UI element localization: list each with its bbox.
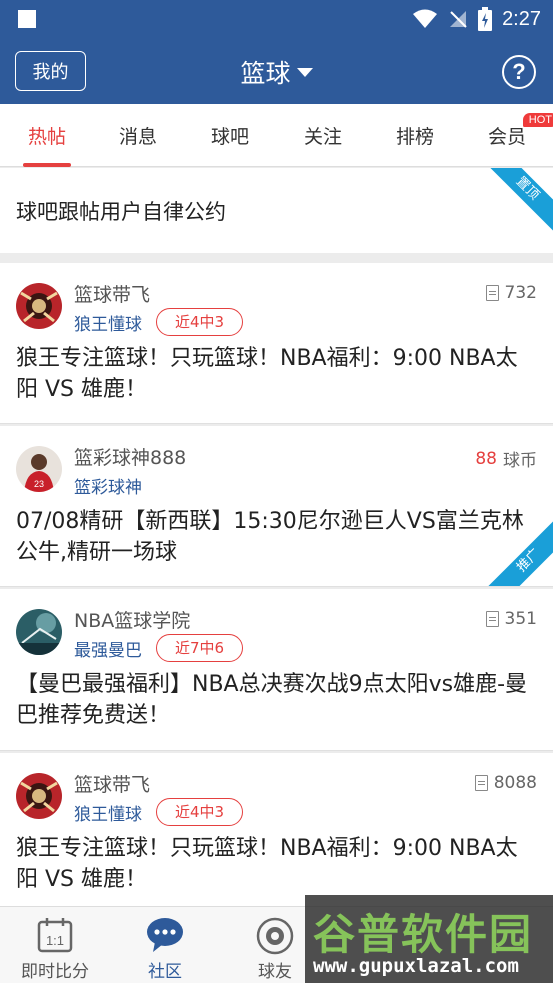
price-coins: 88 球币 [475,448,537,472]
document-icon [485,611,499,627]
watermark: 谷普软件园 www.gupuxlazal.com [305,895,553,983]
hot-badge: HOT [522,113,553,127]
caret-down-icon [296,67,313,77]
notification-icon [18,10,36,28]
post-text: 狼王专注篮球！只玩篮球！NBA福利：9:00 NBA太阳 VS 雄鹿！ [16,836,518,892]
username[interactable]: 篮彩球神888 [74,443,186,470]
nav-label: 即时比分 [21,962,89,982]
pinned-title: 球吧跟帖用户自律公约 [16,200,226,224]
document-icon [485,285,499,301]
ball-friend-icon [256,917,294,955]
user-tag: 篮彩球神 [74,478,142,498]
post-item[interactable]: NBA篮球学院 最强曼巴 近7中6 351 【曼巴最强福利】NBA总决赛次战9点… [0,589,553,751]
tab-ranking[interactable]: 排榜 [370,104,460,167]
user-tag: 狼王懂球 [74,805,142,825]
view-count: 732 [485,283,537,303]
wifi-icon [413,9,438,28]
document-icon [474,775,488,791]
page-title: 篮球 [240,59,291,88]
tab-forums[interactable]: 球吧 [185,104,275,167]
post-text: 【曼巴最强福利】NBA总决赛次战9点太阳vs雄鹿-曼巴推荐免费送！ [16,672,528,728]
username[interactable]: NBA篮球学院 [74,606,190,633]
app-header: 我的 篮球 ? [0,38,553,104]
nav-label: 社区 [148,962,182,982]
post-item[interactable]: 23 篮彩球神888 篮彩球神 88 球币 07/08精研【新西联】15:30尼尔… [0,426,553,587]
calendar-score-icon: 1:1 [37,918,73,953]
svg-text:23: 23 [34,479,44,489]
battery-icon [478,7,493,31]
status-icons: 2:27 [412,6,541,32]
post-text: 狼王专注篮球！只玩篮球！NBA福利：9:00 NBA太阳 VS 雄鹿！ [16,346,518,402]
post-text: 07/08精研【新西联】15:30尼尔逊巨人VS富兰克林公牛,精研一场球 [16,509,524,565]
help-icon[interactable]: ? [502,55,536,89]
tab-membership[interactable]: 会员 HOT [462,104,553,167]
tab-messages[interactable]: 消息 [93,104,183,167]
avatar[interactable] [16,283,62,329]
chat-bubble-icon [147,918,183,952]
pinned-ribbon: 置顶 [483,168,553,233]
pinned-post[interactable]: 球吧跟帖用户自律公约 置顶 [0,168,553,253]
view-count: 8088 [474,773,537,793]
clock: 2:27 [502,7,541,30]
record-badge: 近4中3 [156,308,244,336]
status-bar: 2:27 [0,0,553,38]
nav-live-scores[interactable]: 1:1 即时比分 [0,907,110,983]
tab-bar: 热帖 消息 球吧 关注 排榜 会员 HOT [0,104,553,167]
sport-selector[interactable]: 篮球 [0,54,553,90]
record-badge: 近4中3 [156,798,244,826]
watermark-logo: 谷普软件园 [313,910,534,959]
no-signal-icon [450,11,467,28]
user-tag: 最强曼巴 [74,641,142,661]
post-item[interactable]: 篮球带飞 狼王懂球 近4中3 732 狼王专注篮球！只玩篮球！NBA福利：9:0… [0,263,553,424]
record-badge: 近7中6 [156,634,244,662]
avatar[interactable] [16,773,62,819]
watermark-url: www.gupuxlazal.com [313,955,519,977]
svg-text:1:1: 1:1 [46,933,64,948]
view-count: 351 [485,609,537,629]
avatar[interactable]: 23 [16,446,62,492]
tab-hot-posts[interactable]: 热帖 [2,104,92,167]
username[interactable]: 篮球带飞 [74,280,150,307]
username[interactable]: 篮球带飞 [74,770,150,797]
user-tag: 狼王懂球 [74,315,142,335]
nav-community[interactable]: 社区 [110,907,220,983]
avatar[interactable] [16,609,62,655]
tab-follow[interactable]: 关注 [278,104,368,167]
post-item[interactable]: 篮球带飞 狼王懂球 近4中3 8088 狼王专注篮球！只玩篮球！NBA福利：9:… [0,753,553,906]
